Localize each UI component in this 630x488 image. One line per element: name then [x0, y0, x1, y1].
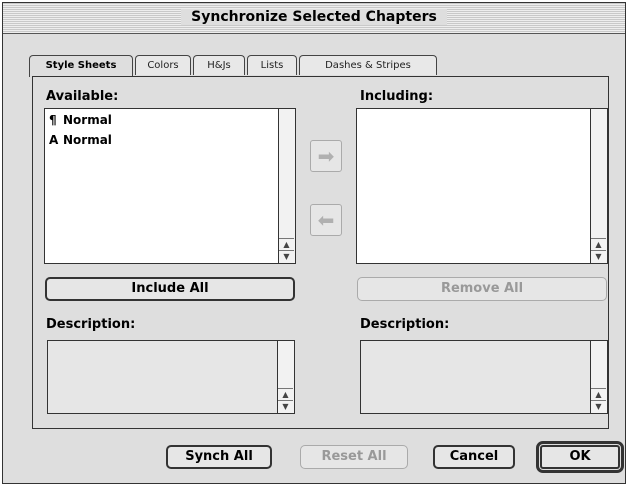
tab-colors[interactable]: Colors	[135, 55, 191, 75]
description-box-right: ▲ ▼	[360, 340, 608, 414]
scrollbar[interactable]: ▲ ▼	[277, 341, 294, 413]
synch-all-button[interactable]: Synch All	[166, 445, 272, 469]
including-label: Including:	[360, 89, 434, 104]
scrollbar[interactable]: ▲ ▼	[278, 109, 295, 263]
tab-hjs[interactable]: H&Js	[193, 55, 245, 75]
reset-all-button[interactable]: Reset All	[300, 445, 408, 469]
scroll-down-arrow[interactable]: ▼	[278, 400, 293, 413]
remove-arrow-button[interactable]: ⬅	[310, 204, 342, 236]
description-label-right: Description:	[360, 317, 450, 332]
description-label-left: Description:	[46, 317, 136, 332]
scrollbar[interactable]: ▲ ▼	[590, 109, 607, 263]
ok-button[interactable]: OK	[536, 441, 624, 473]
paragraph-icon: ¶	[49, 113, 57, 127]
scrollbar[interactable]: ▲ ▼	[590, 341, 607, 413]
list-item-label: Normal	[63, 133, 112, 147]
description-box-left: ▲ ▼	[47, 340, 295, 414]
cancel-button[interactable]: Cancel	[433, 445, 515, 469]
remove-all-button[interactable]: Remove All	[357, 277, 607, 301]
synchronize-dialog: Synchronize Selected Chapters Style Shee…	[2, 2, 626, 484]
available-label: Available:	[46, 89, 119, 104]
tab-style-sheets[interactable]: Style Sheets	[29, 55, 133, 77]
list-item-label: Normal	[63, 113, 112, 127]
scroll-down-arrow[interactable]: ▼	[279, 250, 294, 263]
tab-dashes-stripes[interactable]: Dashes & Stripes	[299, 55, 437, 75]
list-item[interactable]: A Normal	[49, 133, 112, 147]
including-list[interactable]: ▲ ▼	[356, 108, 608, 264]
tab-lists[interactable]: Lists	[247, 55, 297, 75]
tab-panel: Available: ¶ Normal A Normal ▲ ▼ ➡ ⬅ Inclu…	[32, 76, 609, 429]
available-list[interactable]: ¶ Normal A Normal ▲ ▼	[44, 108, 296, 264]
character-style-icon: A	[49, 133, 59, 147]
add-arrow-button[interactable]: ➡	[310, 140, 342, 172]
scroll-down-arrow[interactable]: ▼	[591, 250, 606, 263]
dialog-title: Synchronize Selected Chapters	[181, 9, 447, 25]
scroll-down-arrow[interactable]: ▼	[591, 400, 606, 413]
title-bar[interactable]: Synchronize Selected Chapters	[3, 3, 625, 34]
list-item[interactable]: ¶ Normal	[49, 113, 112, 127]
include-all-button[interactable]: Include All	[45, 277, 295, 301]
